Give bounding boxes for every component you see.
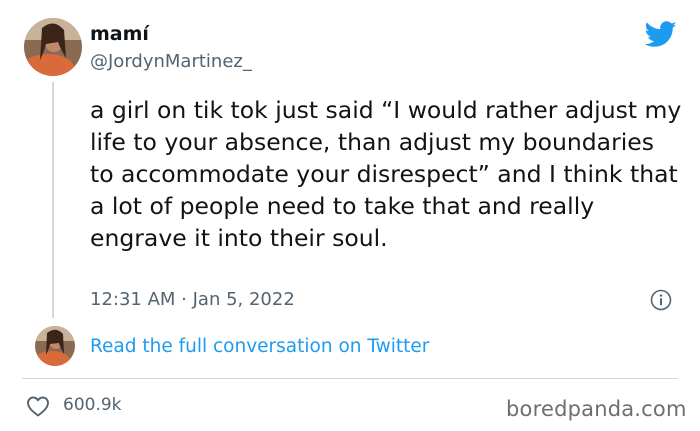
twitter-bird-icon[interactable] [644, 21, 677, 48]
info-icon[interactable] [650, 289, 672, 311]
author-avatar-small-image [35, 326, 75, 366]
divider [22, 378, 678, 379]
read-full-conversation-link[interactable]: Read the full conversation on Twitter [90, 336, 429, 357]
author-display-name[interactable]: mamí [90, 23, 149, 45]
author-handle[interactable]: @JordynMartinez_ [90, 51, 252, 72]
tweet-timestamp[interactable]: 12:31 AM · Jan 5, 2022 [90, 289, 295, 310]
author-avatar-image [24, 18, 82, 76]
heart-icon[interactable] [26, 395, 50, 417]
like-count: 600.9k [63, 395, 122, 415]
author-avatar[interactable] [24, 18, 82, 76]
tweet-text: a girl on tik tok just said “I would rat… [90, 96, 682, 252]
author-avatar-small[interactable] [35, 326, 75, 366]
watermark-boredpanda: boredpanda.com [506, 397, 687, 421]
thread-connector-line [52, 82, 54, 318]
